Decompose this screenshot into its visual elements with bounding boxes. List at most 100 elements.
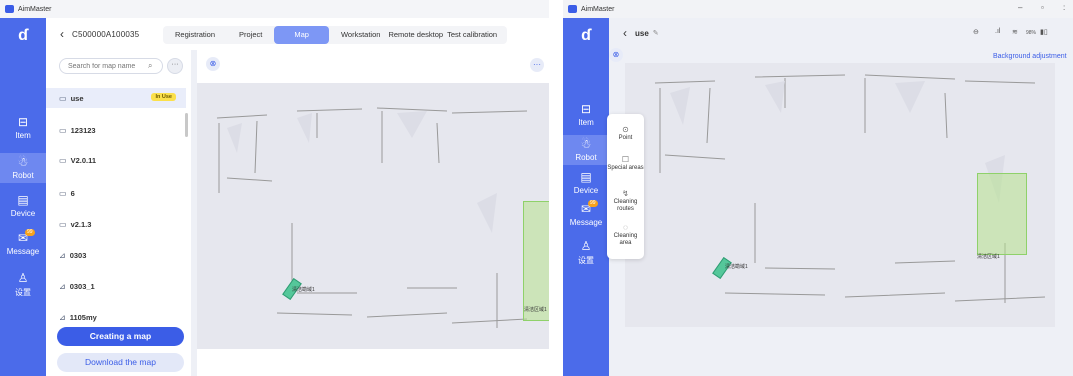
layers-icon[interactable]: ⊗ (206, 57, 220, 71)
map-list-item[interactable]: ▭ use In Use (46, 88, 186, 108)
edit-icon[interactable]: ✎ (653, 29, 659, 37)
tab-project[interactable]: Project (227, 26, 274, 44)
map-list-item[interactable]: ▭ 123123 (46, 120, 186, 140)
nav-label: Item (15, 131, 31, 140)
map-list-item[interactable]: ⊿ 0303_1 (46, 276, 186, 296)
layers-icon[interactable]: ⊗ (609, 48, 623, 62)
settings-icon: ♙ (17, 271, 29, 285)
map-alt-icon: ⊿ (59, 312, 66, 322)
map-list-item[interactable]: ⊿ 1105my (46, 307, 186, 327)
map-name: use (70, 93, 84, 103)
map-list-panel: ⌕ ··· ▭ use In Use ▭ 123123 ▭ V2.0.11 ▭ … (46, 50, 191, 376)
more-icon[interactable]: ··· (530, 58, 544, 72)
map-name: v2.1.3 (70, 219, 92, 229)
map-icon: ▭ (59, 93, 67, 103)
robot-icon: ☃ (17, 155, 29, 169)
battery-percent: 98% (1026, 30, 1037, 36)
nav-item-device[interactable]: ▤ Device (563, 170, 609, 196)
cleaning-area-label: 清洁区域1 (977, 254, 1000, 260)
app-logo-icon (5, 5, 14, 13)
in-use-badge: In Use (151, 93, 176, 101)
nav-rail: ɗ ⊟ Item ☃ Robot ▤ Device ✉ 99 Message ♙… (563, 18, 609, 376)
map-canvas[interactable]: 清洁区域1 清洁勘域1 (197, 83, 549, 349)
floor-map-graphic (216, 107, 528, 328)
nav-item-settings[interactable]: ♙ 设置 (0, 272, 46, 298)
nav-item-settings[interactable]: ♙ 设置 (563, 240, 609, 266)
nav-item-robot[interactable]: ☃ Robot (0, 153, 46, 183)
app-title: AimMaster (18, 5, 52, 13)
tab-remote-desktop[interactable]: Remote desktop (384, 26, 445, 44)
device-icon: ▤ (580, 170, 592, 184)
nav-label: 设置 (578, 256, 594, 265)
background-adjustment-button[interactable]: Background adjustment (993, 53, 1067, 60)
menu-item-special-areas[interactable]: ☐ Special areas (607, 156, 644, 172)
nav-item-item[interactable]: ⊟ Item (0, 115, 46, 141)
tab-workstation[interactable]: Workstation (329, 26, 384, 44)
map-list-item[interactable]: ▭ 6 (46, 183, 186, 203)
robot-icon: ☃ (580, 137, 592, 151)
map-name: 0303_1 (69, 281, 95, 291)
map-icon: ▭ (59, 188, 67, 198)
map-name: 123123 (70, 125, 96, 135)
nav-item-robot[interactable]: ☃ Robot (563, 135, 609, 165)
routes-icon: ↯ (622, 189, 629, 198)
message-badge: 99 (25, 229, 35, 236)
tab-registration[interactable]: Registration (163, 26, 227, 44)
nav-label: Device (10, 209, 36, 218)
map-list-item[interactable]: ⊿ 0303 (46, 245, 186, 265)
signal-icon: .ıl (995, 28, 1001, 35)
nav-rail: ɗ ⊟ Item ☃ Robot ▤ Device ✉ 99 Message ♙… (0, 18, 46, 376)
nav-label: Item (578, 118, 594, 127)
nav-item-item[interactable]: ⊟ Item (563, 103, 609, 128)
menu-item-label: Cleaning area (613, 233, 638, 246)
map-list-item[interactable]: ▭ v2.1.3 (46, 214, 186, 234)
more-options-button[interactable]: ··· (167, 58, 183, 74)
map-alt-icon: ⊿ (59, 281, 66, 291)
search-icon[interactable]: ⌕ (148, 61, 152, 71)
nav-item-message[interactable]: ✉ 99 Message (0, 229, 46, 256)
menu-item-cleaning-area[interactable]: ◌ Cleaning area (607, 224, 644, 247)
map-name: V2.0.11 (70, 155, 97, 165)
download-map-button[interactable]: Download the map (57, 353, 184, 372)
back-arrow-icon[interactable]: ‹ (623, 26, 627, 40)
app-title: AimMaster (581, 5, 615, 13)
cleaning-area-label: 清洁区域1 (524, 307, 547, 313)
nav-item-message[interactable]: ✉ 99 Message (563, 200, 609, 227)
close-icon[interactable]: : (1063, 3, 1065, 12)
title-bar: AimMaster – ▫ : (563, 0, 1073, 18)
cleaning-area[interactable] (523, 201, 549, 321)
nav-label: Message (6, 247, 40, 256)
nav-item-device[interactable]: ▤ Device (0, 193, 46, 219)
map-list-item[interactable]: ▭ V2.0.11 (46, 150, 186, 170)
point-icon: ⊙ (622, 125, 629, 134)
nav-label: Robot (575, 153, 597, 162)
item-icon: ⊟ (17, 115, 29, 129)
tab-map[interactable]: Map (274, 26, 329, 44)
list-scrollbar[interactable] (185, 113, 188, 137)
map-name: 0303 (69, 250, 87, 260)
minimize-icon[interactable]: – (1018, 3, 1022, 12)
maximize-icon[interactable]: ▫ (1041, 3, 1044, 12)
settings-icon: ♙ (580, 239, 592, 253)
map-view: ⊗ ··· 清洁区域1 清洁勘域1 (197, 50, 549, 376)
create-map-button[interactable]: Creating a map (57, 327, 184, 346)
brand-logo-icon: ɗ (18, 27, 28, 44)
map-icon: ▭ (59, 155, 67, 165)
menu-item-cleaning-routes[interactable]: ↯ Cleaning routes (607, 190, 644, 213)
area-icon: ◌ (623, 223, 628, 232)
map-canvas[interactable]: 清洁区域1 清洁勘域1 (625, 63, 1055, 327)
map-name: 6 (70, 188, 75, 198)
menu-item-point[interactable]: ⊙ Point (607, 126, 644, 142)
back-arrow-icon[interactable]: ‹ (60, 27, 64, 41)
map-icon: ▭ (59, 125, 67, 135)
nav-label: 设置 (15, 288, 31, 297)
dock-label: 清洁勘域1 (725, 264, 748, 270)
map-alt-icon: ⊿ (59, 250, 66, 260)
battery-icon: ▮▯ (1040, 29, 1048, 36)
device-icon: ▤ (17, 193, 29, 207)
brand-logo-icon: ɗ (581, 27, 591, 44)
tab-test-calibration[interactable]: Test calibration (445, 26, 507, 44)
cleaning-area[interactable] (977, 173, 1027, 255)
app-window-main: AimMaster ɗ ⊟ Item ☃ Robot ▤ Device ✉ 99… (0, 0, 549, 376)
wifi-icon: ≋ (1012, 29, 1018, 36)
